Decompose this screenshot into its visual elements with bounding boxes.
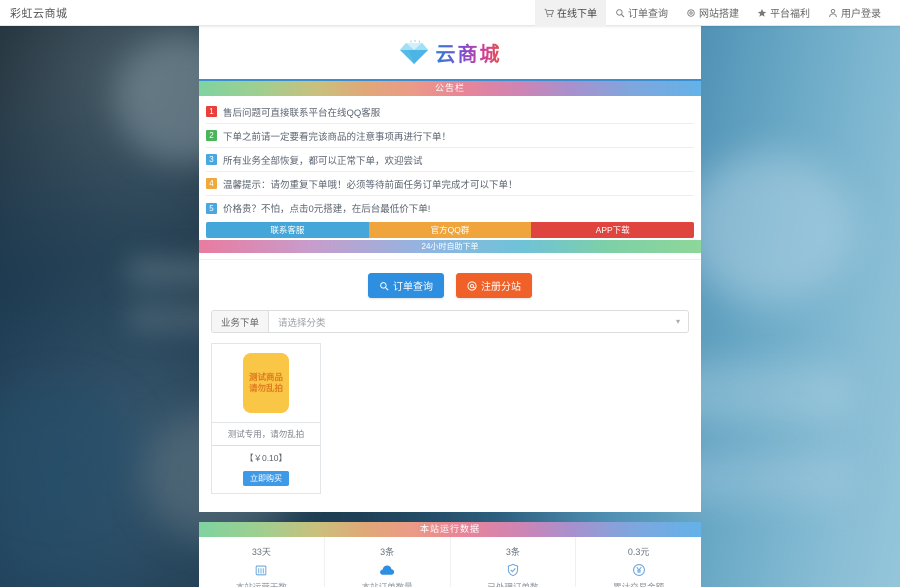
search-icon [615,8,625,18]
product-thumbnail-placeholder: 测试商品 请勿乱拍 [243,353,289,413]
announcement-item: 5 价格贵？不怕，点击0元搭建，在后台最低价下单! [206,196,694,220]
site-stats-panel: 本站运行数据 33天 本站运营天数 3条 本站订单数量 3条 [199,522,701,587]
announcement-text: 下单之前请一定要看完该商品的注意事项再进行下单！ [223,129,451,143]
site-header: 云商城 [199,26,701,81]
register-subsite-button[interactable]: 注册分站 [456,273,532,298]
announcement-index: 4 [206,178,217,189]
category-select-row: 业务下单 请选择分类 ▾ [211,310,689,333]
thumb-line-2: 请勿乱拍 [249,383,283,394]
announcement-action-buttons: 联系客服 官方QQ群 APP下载 [206,222,694,238]
contact-support-button[interactable]: 联系客服 [206,222,369,238]
stat-operating-days: 33天 本站运营天数 [199,537,325,587]
stats-grid: 33天 本站运营天数 3条 本站订单数量 3条 已处理订单数 [199,537,701,587]
app-download-button[interactable]: APP下载 [531,222,694,238]
product-title: 测试专用，请勿乱拍 [212,422,320,446]
nav-label: 在线下单 [557,5,597,20]
logo-text: 云商城 [436,38,502,67]
stat-value: 3条 [451,545,576,558]
product-thumbnail: 测试商品 请勿乱拍 [212,344,320,422]
announcement-item: 3 所有业务全部恢复，都可以正常下单，欢迎尝试 [206,148,694,172]
nav-item-site-build[interactable]: 网站搭建 [677,0,748,26]
nav-label: 用户登录 [841,5,881,20]
announcement-list: 1 售后问题可直接联系平台在线QQ客服 2 下单之前请一定要看完该商品的注意事项… [199,96,701,220]
category-select-label: 业务下单 [212,311,269,332]
nav-item-user-login[interactable]: 用户登录 [819,0,890,26]
chevron-down-icon[interactable]: ▾ [676,311,688,332]
announcement-index: 1 [206,106,217,117]
announcement-text: 价格贵？不怕，点击0元搭建，在后台最低价下单! [223,201,430,215]
category-select-section: 业务下单 请选择分类 ▾ [199,310,701,343]
announcement-item: 1 售后问题可直接联系平台在线QQ客服 [206,100,694,124]
announcement-title: 公告栏 [199,81,701,96]
nav-label: 平台福利 [770,5,810,20]
thumb-line-1: 测试商品 [249,372,283,383]
product-card[interactable]: 测试商品 请勿乱拍 测试专用，请勿乱拍 【￥0.10】 立即购买 [211,343,321,494]
shield-check-icon [451,562,576,577]
product-price: 【￥0.10】 [216,452,316,464]
nav-item-online-order[interactable]: 在线下单 [535,0,606,26]
register-subsite-label: 注册分站 [481,278,521,293]
calendar-icon [199,562,324,577]
nav-label: 订单查询 [628,5,668,20]
category-select-input[interactable]: 请选择分类 [269,311,676,332]
order-query-label: 订单查询 [393,278,433,293]
order-query-button[interactable]: 订单查询 [368,273,444,298]
announcement-item: 2 下单之前请一定要看完该商品的注意事项再进行下单！ [206,124,694,148]
announcement-index: 3 [206,154,217,165]
announcement-index: 2 [206,130,217,141]
announcement-text: 所有业务全部恢复，都可以正常下单，欢迎尝试 [223,153,423,167]
stat-processed-orders: 3条 已处理订单数 [451,537,577,587]
diamond-icon [399,40,429,66]
announcement-text: 温馨提示：请勿重复下单哦！必须等待前面任务订单完成才可以下单！ [223,177,518,191]
background-bokeh-blob [684,153,854,303]
top-navigation-bar: 彩虹云商城 在线下单 订单查询 网站搭建 平台福利 [0,0,900,26]
product-grid: 测试商品 请勿乱拍 测试专用，请勿乱拍 【￥0.10】 立即购买 [199,343,701,512]
product-footer: 【￥0.10】 立即购买 [212,446,320,493]
stat-value: 33天 [199,545,324,558]
gear-icon [686,8,696,18]
stat-label: 已处理订单数 [451,581,576,587]
stat-value: 0.3元 [576,545,701,558]
stat-label: 本站订单数量 [325,581,450,587]
nav-item-order-query[interactable]: 订单查询 [606,0,677,26]
star-icon [757,8,767,18]
announcement-text: 售后问题可直接联系平台在线QQ客服 [223,105,380,119]
stats-title: 本站运行数据 [199,522,701,537]
at-icon [467,281,477,291]
nav-item-platform-benefits[interactable]: 平台福利 [748,0,819,26]
cart-icon [544,8,554,18]
yen-icon [576,562,701,577]
search-icon [379,281,389,291]
site-brand: 彩虹云商城 [10,5,68,21]
service-slogan: 24小时自助下单 [199,240,701,253]
stat-label: 累计交易金额 [576,581,701,587]
stat-order-count: 3条 本站订单数量 [325,537,451,587]
nav-label: 网站搭建 [699,5,739,20]
user-icon [828,8,838,18]
announcement-panel: 公告栏 1 售后问题可直接联系平台在线QQ客服 2 下单之前请一定要看完该商品的… [199,81,701,259]
page-container: 云商城 公告栏 1 售后问题可直接联系平台在线QQ客服 2 下单之前请一定要看完… [199,26,701,587]
quick-action-bar: 订单查询 注册分站 [199,259,701,310]
announcement-item: 4 温馨提示：请勿重复下单哦！必须等待前面任务订单完成才可以下单！ [206,172,694,196]
stat-total-amount: 0.3元 累计交易金额 [576,537,701,587]
stat-value: 3条 [325,545,450,558]
announcement-index: 5 [206,203,217,214]
cloud-icon [325,562,450,577]
official-qq-group-button[interactable]: 官方QQ群 [369,222,532,238]
buy-now-button[interactable]: 立即购买 [243,471,289,486]
main-nav: 在线下单 订单查询 网站搭建 平台福利 用户登录 [535,0,890,26]
stat-label: 本站运营天数 [199,581,324,587]
